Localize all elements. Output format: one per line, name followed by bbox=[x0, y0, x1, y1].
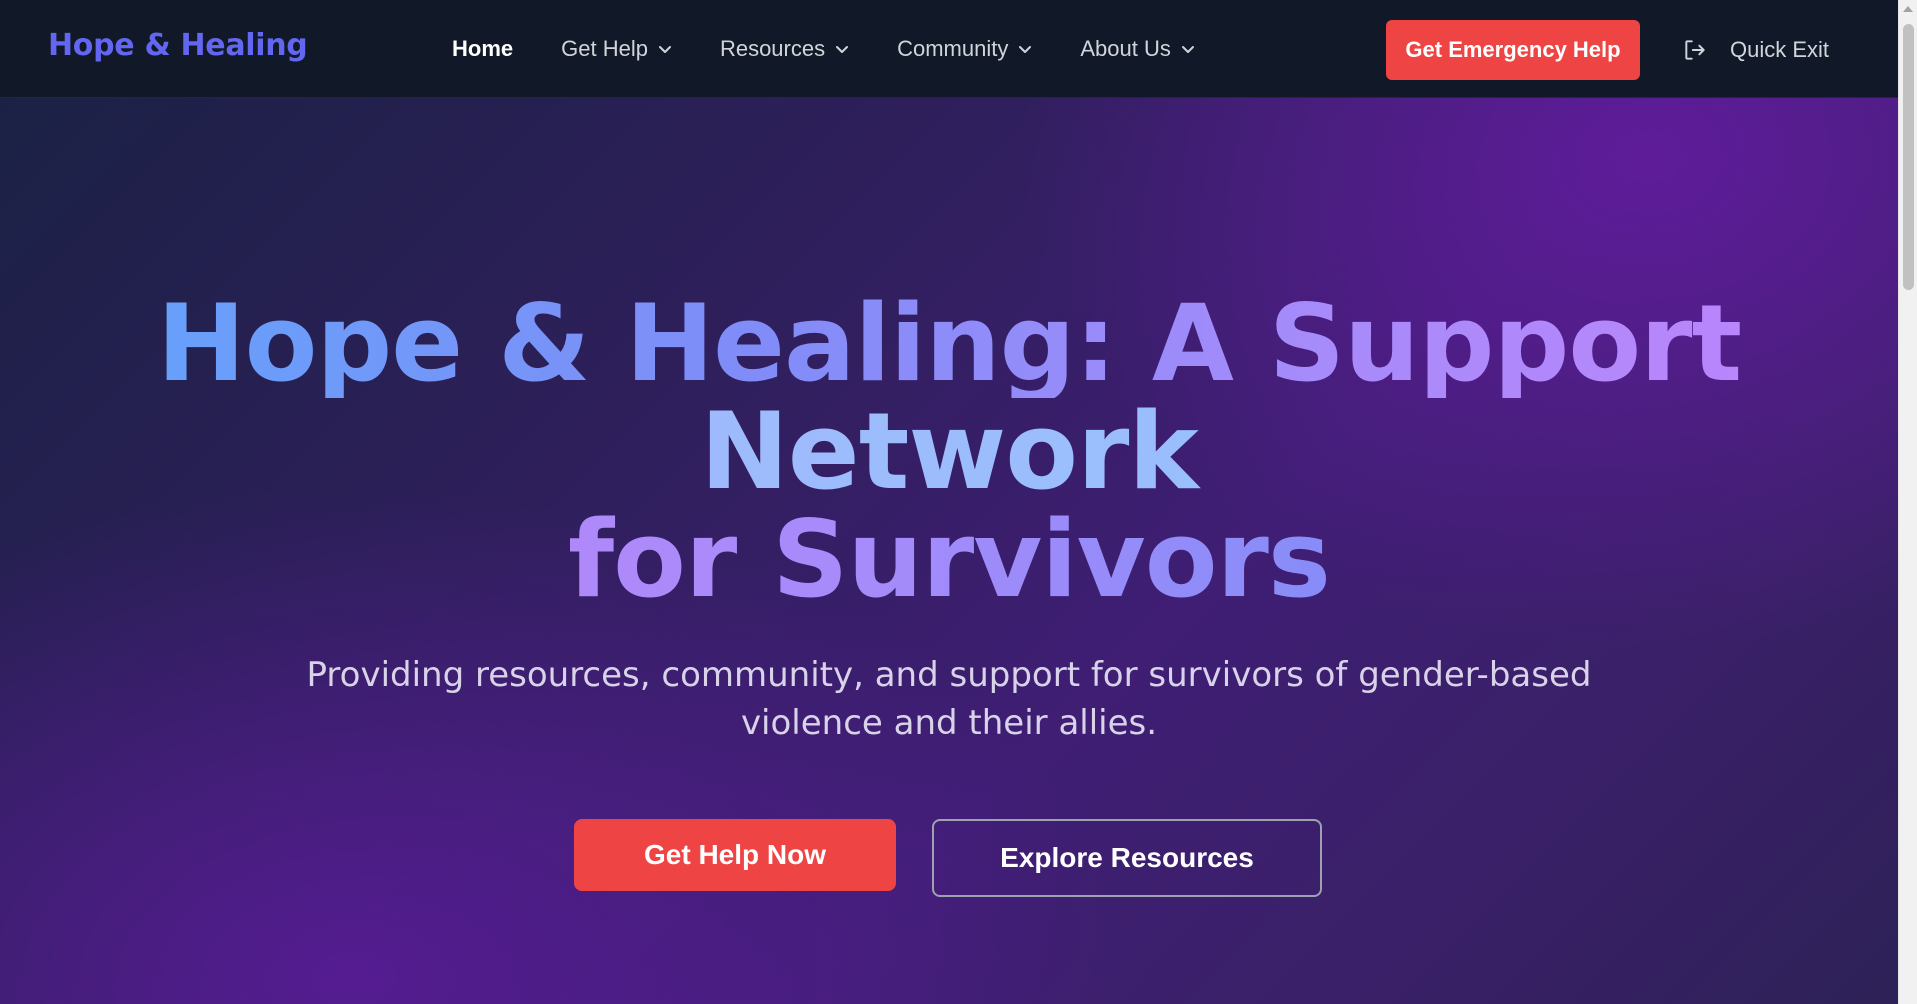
nav-item-home[interactable]: Home bbox=[452, 36, 513, 62]
exit-icon bbox=[1682, 37, 1708, 63]
nav-item-resources[interactable]: Resources bbox=[720, 36, 849, 62]
hero-cta-row: Get Help Now Explore Resources bbox=[574, 819, 1322, 897]
quick-exit-label: Quick Exit bbox=[1730, 37, 1830, 62]
chevron-down-icon bbox=[658, 42, 672, 56]
brand-logo-link[interactable]: Hope & Healing bbox=[48, 28, 308, 63]
hero-section: Hope & Healing: A Support Network for Su… bbox=[0, 98, 1898, 1004]
page-scrollbar[interactable] bbox=[1898, 0, 1917, 1004]
nav-item-label: Community bbox=[897, 36, 1009, 61]
nav-item-label: Resources bbox=[719, 36, 826, 61]
explore-resources-button[interactable]: Explore Resources bbox=[932, 819, 1322, 897]
chevron-down-icon bbox=[1018, 42, 1032, 56]
nav-item-label: About Us bbox=[1080, 36, 1171, 61]
hero-title-line-3: for Survivors bbox=[0, 506, 1898, 614]
hero-title-line-2: Network bbox=[0, 398, 1898, 506]
nav-item-about-us[interactable]: About Us bbox=[1080, 36, 1195, 62]
emergency-help-button[interactable]: Get Emergency Help bbox=[1386, 20, 1640, 80]
quick-exit-button[interactable]: Quick Exit bbox=[1682, 20, 1829, 80]
hero-title-line-1: Hope & Healing: A Support bbox=[0, 290, 1898, 398]
main-nav: Home Get Help Resources Community About … bbox=[452, 0, 1243, 98]
nav-item-community[interactable]: Community bbox=[897, 36, 1032, 62]
scrollbar-thumb[interactable] bbox=[1903, 24, 1914, 290]
top-navbar: Hope & Healing Home Get Help Resources C… bbox=[0, 0, 1898, 98]
hero-title: Hope & Healing: A Support Network for Su… bbox=[0, 290, 1898, 614]
scroll-up-arrow-icon[interactable] bbox=[1903, 6, 1913, 12]
chevron-down-icon bbox=[835, 42, 849, 56]
nav-item-label: Home bbox=[452, 36, 514, 61]
get-help-now-button[interactable]: Get Help Now bbox=[574, 819, 896, 891]
nav-item-get-help[interactable]: Get Help bbox=[561, 36, 672, 62]
chevron-down-icon bbox=[1181, 42, 1195, 56]
page: Hope & Healing Home Get Help Resources C… bbox=[0, 0, 1917, 1004]
nav-item-label: Get Help bbox=[561, 36, 648, 61]
hero-subtitle: Providing resources, community, and supp… bbox=[306, 655, 1592, 743]
